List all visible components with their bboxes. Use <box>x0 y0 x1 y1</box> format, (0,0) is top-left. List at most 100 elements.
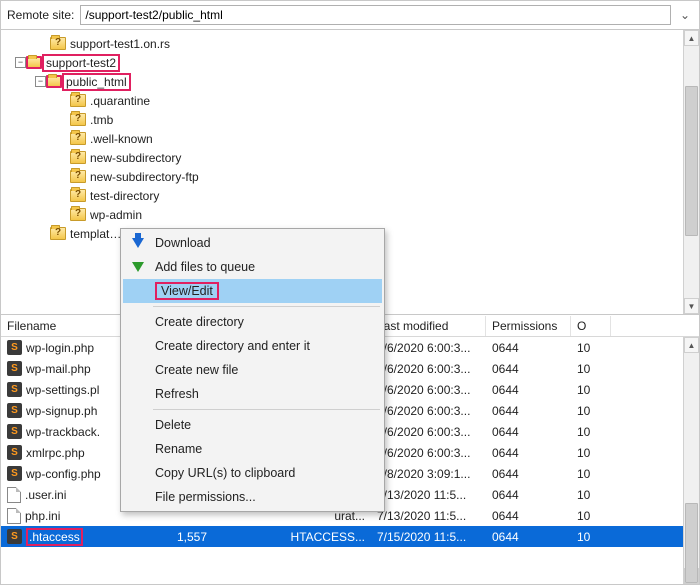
file-owner-cell: 10 <box>571 530 611 544</box>
file-modified-cell: 7/6/2020 6:00:3... <box>371 362 486 376</box>
file-perm-cell: 0644 <box>486 488 571 502</box>
scroll-up-icon[interactable]: ▲ <box>684 337 699 353</box>
list-scrollbar[interactable]: ▲ ▼ <box>683 337 699 584</box>
sublime-file-icon <box>7 382 22 397</box>
dropdown-icon[interactable]: ⌄ <box>677 8 693 22</box>
folder-question-icon <box>50 37 66 50</box>
file-name-label: wp-config.php <box>26 467 101 481</box>
remote-site-bar: Remote site: ⌄ <box>0 0 700 30</box>
sublime-file-icon <box>7 529 22 544</box>
file-owner-cell: 10 <box>571 425 611 439</box>
folder-question-icon <box>70 113 86 126</box>
folder-question-icon <box>70 189 86 202</box>
file-perm-cell: 0644 <box>486 383 571 397</box>
file-modified-cell: 7/8/2020 3:09:1... <box>371 467 486 481</box>
file-modified-cell: 7/6/2020 6:00:3... <box>371 446 486 460</box>
scroll-thumb[interactable] <box>685 86 698 236</box>
file-owner-cell: 10 <box>571 341 611 355</box>
menu-view-edit[interactable]: View/Edit <box>123 279 382 303</box>
folder-question-icon <box>70 151 86 164</box>
file-perm-cell: 0644 <box>486 530 571 544</box>
menu-rename[interactable]: Rename <box>123 437 382 461</box>
menu-delete[interactable]: Delete <box>123 413 382 437</box>
folder-icon <box>46 75 62 88</box>
menu-create-directory[interactable]: Create directory <box>123 310 382 334</box>
file-perm-cell: 0644 <box>486 362 571 376</box>
sublime-file-icon <box>7 466 22 481</box>
file-name-label: wp-signup.ph <box>26 404 97 418</box>
file-owner-cell: 10 <box>571 509 611 523</box>
file-owner-cell: 10 <box>571 362 611 376</box>
menu-copy-url[interactable]: Copy URL(s) to clipboard <box>123 461 382 485</box>
file-perm-cell: 0644 <box>486 467 571 481</box>
tree-node[interactable]: − public_html <box>15 72 683 91</box>
file-perm-cell: 0644 <box>486 404 571 418</box>
scroll-down-icon[interactable]: ▼ <box>684 298 699 314</box>
folder-question-icon <box>50 227 66 240</box>
file-row[interactable]: .htaccess1,557HTACCESS...7/15/2020 11:5.… <box>1 526 683 547</box>
remote-path-input[interactable] <box>80 5 671 25</box>
file-modified-cell: 7/6/2020 6:00:3... <box>371 404 486 418</box>
file-name-label: xmlrpc.php <box>26 446 85 460</box>
file-name-label: wp-mail.php <box>26 362 91 376</box>
add-queue-icon <box>129 258 147 276</box>
sublime-file-icon <box>7 340 22 355</box>
collapse-icon[interactable]: − <box>35 76 46 87</box>
scroll-up-icon[interactable]: ▲ <box>684 30 699 46</box>
tree-node[interactable]: wp-admin <box>15 205 683 224</box>
sublime-file-icon <box>7 361 22 376</box>
collapse-icon[interactable]: − <box>15 57 26 68</box>
file-type-cell: 1,557HTACCESS... <box>171 530 371 544</box>
tree-node[interactable]: .quarantine <box>15 91 683 110</box>
file-modified-cell: 7/13/2020 11:5... <box>371 488 486 502</box>
sublime-file-icon <box>7 403 22 418</box>
file-modified-cell: 7/6/2020 6:00:3... <box>371 383 486 397</box>
folder-icon <box>26 56 42 69</box>
menu-separator <box>153 409 380 410</box>
download-icon <box>129 234 147 252</box>
folder-question-icon <box>70 170 86 183</box>
file-modified-cell: 7/13/2020 11:5... <box>371 509 486 523</box>
menu-create-directory-enter[interactable]: Create directory and enter it <box>123 334 382 358</box>
file-modified-cell: 7/15/2020 11:5... <box>371 530 486 544</box>
folder-question-icon <box>70 94 86 107</box>
menu-download[interactable]: Download <box>123 231 382 255</box>
file-name-label: wp-settings.pl <box>26 383 99 397</box>
file-perm-cell: 0644 <box>486 446 571 460</box>
context-menu: Download Add files to queue View/Edit Cr… <box>120 228 385 512</box>
file-owner-cell: 10 <box>571 488 611 502</box>
tree-scrollbar[interactable]: ▲ ▼ <box>683 30 699 314</box>
file-icon <box>7 487 21 503</box>
sublime-file-icon <box>7 424 22 439</box>
tree-node[interactable]: .tmb <box>15 110 683 129</box>
file-name-label: wp-trackback. <box>26 425 100 439</box>
file-owner-cell: 10 <box>571 404 611 418</box>
menu-separator <box>153 306 380 307</box>
file-owner-cell: 10 <box>571 467 611 481</box>
folder-question-icon <box>70 132 86 145</box>
file-owner-cell: 10 <box>571 446 611 460</box>
menu-file-permissions[interactable]: File permissions... <box>123 485 382 509</box>
tree-node[interactable]: test-directory <box>15 186 683 205</box>
tree-node[interactable]: new-subdirectory-ftp <box>15 167 683 186</box>
remote-site-label: Remote site: <box>7 8 74 22</box>
col-permissions[interactable]: Permissions <box>486 316 571 336</box>
menu-refresh[interactable]: Refresh <box>123 382 382 406</box>
sublime-file-icon <box>7 445 22 460</box>
scroll-thumb[interactable] <box>685 503 698 583</box>
menu-create-new-file[interactable]: Create new file <box>123 358 382 382</box>
menu-add-to-queue[interactable]: Add files to queue <box>123 255 382 279</box>
file-name-label: php.ini <box>25 509 60 523</box>
col-owner[interactable]: O <box>571 316 611 336</box>
file-modified-cell: 7/6/2020 6:00:3... <box>371 341 486 355</box>
tree-node[interactable]: support-test1.on.rs <box>15 34 683 53</box>
file-name-label: .user.ini <box>25 488 66 502</box>
file-perm-cell: 0644 <box>486 425 571 439</box>
file-modified-cell: 7/6/2020 6:00:3... <box>371 425 486 439</box>
tree-node[interactable]: .well-known <box>15 129 683 148</box>
file-owner-cell: 10 <box>571 383 611 397</box>
tree-node[interactable]: new-subdirectory <box>15 148 683 167</box>
file-icon <box>7 508 21 524</box>
col-modified[interactable]: Last modified <box>371 316 486 336</box>
tree-node[interactable]: − support-test2 <box>15 53 683 72</box>
